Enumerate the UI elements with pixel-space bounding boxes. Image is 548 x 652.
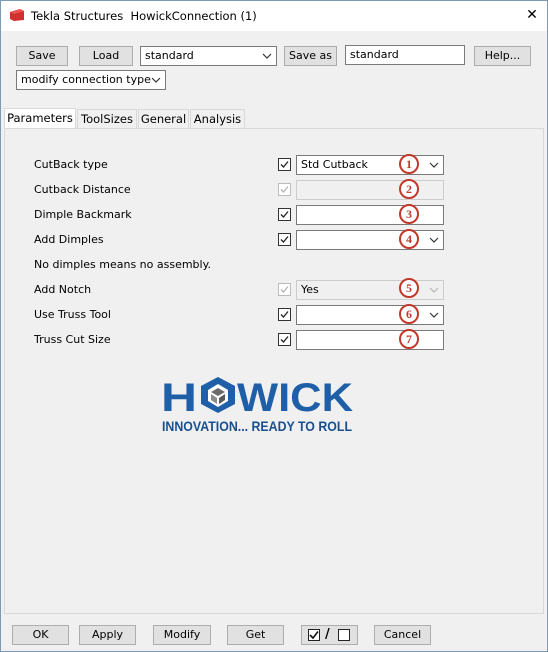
cutback-distance-checkbox[interactable]	[278, 183, 291, 196]
cutback-type-label: CutBack type	[34, 158, 108, 171]
toggle-all-checkboxes-button[interactable]: /	[301, 625, 358, 645]
ok-button[interactable]: OK	[12, 625, 69, 645]
callout-badge-2: 2	[399, 179, 419, 199]
cutback-distance-input[interactable]	[296, 180, 444, 200]
callout-badge-6: 6	[399, 304, 419, 324]
callout-badge-1: 1	[399, 154, 419, 174]
truss-cut-size-checkbox[interactable]	[278, 333, 291, 346]
tab-toolsizes[interactable]: ToolSizes	[77, 109, 137, 129]
add-dimples-select[interactable]	[296, 230, 444, 250]
chevron-down-icon	[429, 312, 439, 318]
cutback-type-select[interactable]: Std Cutback	[296, 155, 444, 175]
chevron-down-icon	[262, 53, 272, 59]
dimple-backmark-input[interactable]	[296, 205, 444, 225]
dimple-backmark-label: Dimple Backmark	[34, 208, 132, 221]
parameters-panel	[4, 128, 544, 614]
howick-hexagon-mark	[201, 377, 235, 413]
mode-select-value: modify connection type	[21, 73, 151, 86]
add-dimples-checkbox[interactable]	[278, 233, 291, 246]
callout-badge-5: 5	[399, 278, 419, 298]
tab-parameters[interactable]: Parameters	[4, 108, 76, 129]
check-icon	[280, 336, 289, 343]
help-button[interactable]: Help...	[474, 46, 531, 66]
apply-button[interactable]: Apply	[79, 625, 136, 645]
check-icon	[280, 286, 289, 293]
add-dimples-label: Add Dimples	[34, 233, 104, 246]
title-bar: Tekla Structures HowickConnection (1) ✕	[1, 1, 547, 31]
check-icon	[280, 236, 289, 243]
callout-badge-7: 7	[399, 329, 419, 349]
checked-box-icon	[308, 629, 320, 641]
tekla-app-icon	[10, 9, 24, 21]
check-icon	[280, 186, 289, 193]
dimples-note: No dimples means no assembly.	[34, 258, 212, 271]
load-button[interactable]: Load	[79, 46, 133, 66]
check-icon	[280, 211, 289, 218]
preset-select[interactable]: standard	[140, 46, 277, 66]
tab-general[interactable]: General	[138, 109, 189, 129]
chevron-down-icon	[151, 77, 161, 83]
cutback-type-checkbox[interactable]	[278, 158, 291, 171]
svg-text:INNOVATION... READY TO ROLL: INNOVATION... READY TO ROLL	[162, 418, 352, 434]
mode-select[interactable]: modify connection type	[16, 70, 166, 90]
howick-logo: H WICK INNOVATION... READY TO ROLL	[161, 376, 353, 434]
use-truss-tool-label: Use Truss Tool	[34, 308, 111, 321]
add-notch-checkbox[interactable]	[278, 283, 291, 296]
save-as-name-input[interactable]: standard	[345, 45, 465, 65]
connection-dialog: Tekla Structures HowickConnection (1) ✕ …	[0, 0, 548, 652]
dialog-button-bar: OK Apply Modify Get / Cancel	[1, 619, 547, 651]
close-icon[interactable]: ✕	[521, 5, 543, 25]
cutback-distance-label: Cutback Distance	[34, 183, 131, 196]
chevron-down-icon	[429, 237, 439, 243]
add-notch-value: Yes	[301, 283, 319, 296]
check-icon	[280, 161, 289, 168]
chevron-down-icon	[429, 287, 439, 293]
save-button[interactable]: Save	[16, 46, 68, 66]
preset-select-value: standard	[145, 49, 194, 62]
add-notch-select[interactable]: Yes	[296, 280, 444, 300]
truss-cut-size-label: Truss Cut Size	[34, 333, 111, 346]
use-truss-tool-select[interactable]	[296, 305, 444, 325]
tab-analysis[interactable]: Analysis	[190, 109, 245, 129]
cancel-button[interactable]: Cancel	[374, 625, 431, 645]
cutback-type-value: Std Cutback	[301, 158, 368, 171]
chevron-down-icon	[429, 162, 439, 168]
callout-badge-4: 4	[399, 229, 419, 249]
svg-text:H: H	[161, 376, 197, 420]
save-as-button[interactable]: Save as	[284, 46, 337, 66]
callout-badge-3: 3	[399, 204, 419, 224]
svg-text:WICK: WICK	[237, 376, 353, 420]
unchecked-box-icon	[338, 629, 350, 641]
dimple-backmark-checkbox[interactable]	[278, 208, 291, 221]
add-notch-label: Add Notch	[34, 283, 92, 296]
window-title: Tekla Structures HowickConnection (1)	[31, 9, 257, 23]
toggle-separator: /	[325, 627, 330, 642]
get-button[interactable]: Get	[227, 625, 284, 645]
check-icon	[280, 311, 289, 318]
truss-cut-size-input[interactable]	[296, 330, 444, 350]
use-truss-tool-checkbox[interactable]	[278, 308, 291, 321]
modify-button[interactable]: Modify	[153, 625, 211, 645]
